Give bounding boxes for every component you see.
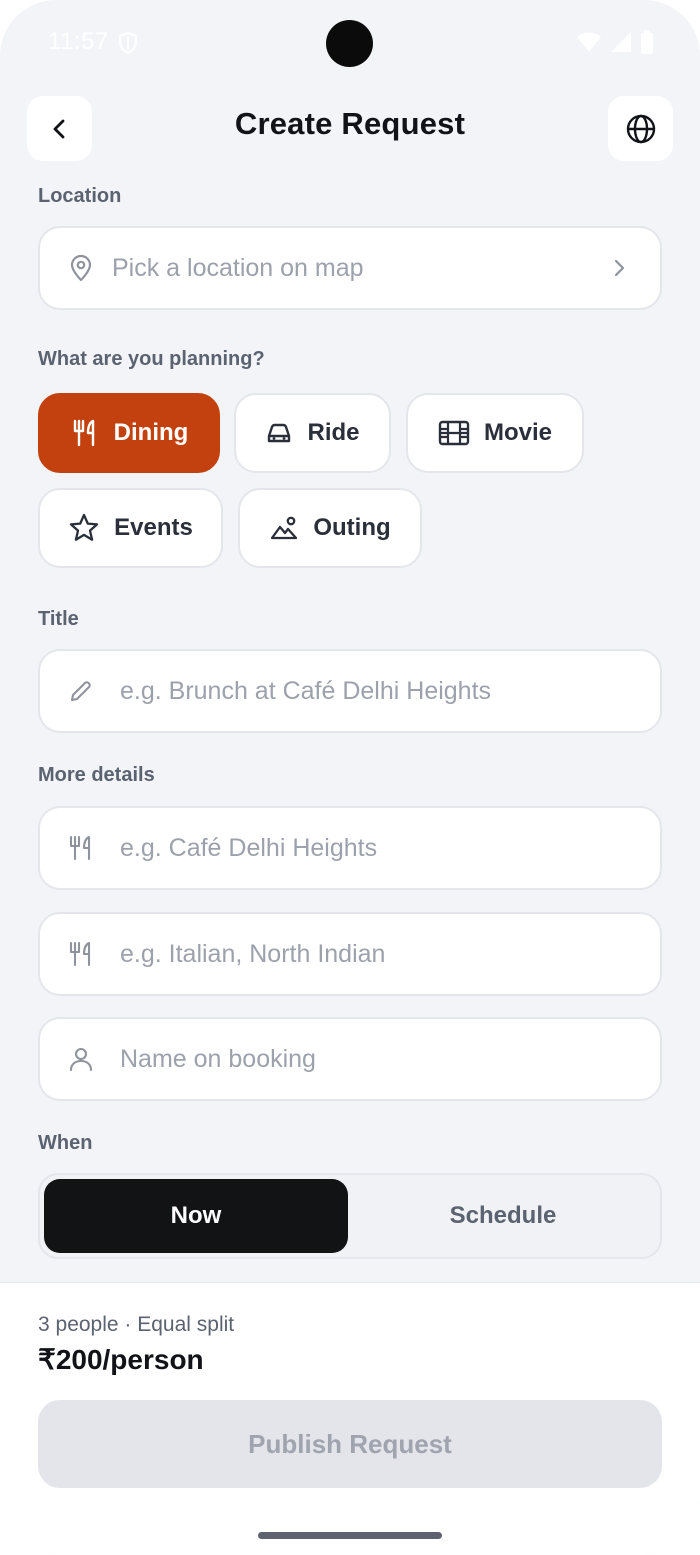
chip-movie[interactable]: Movie (406, 393, 584, 473)
footer: 3 people · Equal split ₹200/person Publi… (0, 1282, 700, 1555)
price-per-person: ₹200/person (38, 1344, 204, 1375)
user-icon (68, 1045, 94, 1073)
status-bar: 11:57 (0, 0, 700, 86)
chip-dining[interactable]: Dining (38, 393, 220, 473)
booking-name-input[interactable]: Name on booking (38, 1017, 662, 1101)
chip-label: Dining (113, 419, 189, 446)
venue-input[interactable]: e.g. Café Delhi Heights (38, 806, 662, 890)
location-picker[interactable]: Pick a location on map (38, 226, 662, 310)
map-pin-icon (68, 254, 94, 282)
segment-now[interactable]: Now (44, 1179, 348, 1253)
page-title: Create Request (234, 106, 466, 141)
screen: 11:57 Create Request Location Pick a loc… (0, 0, 700, 1555)
wifi-icon (577, 32, 601, 52)
home-indicator (258, 1532, 442, 1539)
chip-label: Ride (307, 419, 360, 446)
star-icon (68, 512, 100, 544)
utensils-icon (70, 418, 100, 448)
shield-icon (118, 31, 138, 55)
title-input[interactable]: e.g. Brunch at Café Delhi Heights (38, 649, 662, 733)
venue-placeholder: e.g. Café Delhi Heights (120, 833, 378, 862)
location-label: Location (38, 185, 122, 207)
utensils-icon (68, 940, 94, 968)
segment-schedule[interactable]: Schedule (350, 1179, 656, 1253)
cuisine-placeholder: e.g. Italian, North Indian (120, 939, 386, 968)
status-icons (576, 30, 654, 54)
camera-cutout (326, 20, 373, 67)
header: Create Request (27, 96, 673, 161)
film-icon (438, 419, 470, 447)
cuisine-input[interactable]: e.g. Italian, North Indian (38, 912, 662, 996)
chip-ride[interactable]: Ride (234, 393, 391, 473)
chip-outing[interactable]: Outing (238, 488, 422, 568)
language-button[interactable] (608, 96, 673, 161)
globe-icon (626, 114, 655, 143)
car-icon (265, 420, 293, 446)
when-label: When (38, 1132, 93, 1154)
details-label: More details (38, 764, 155, 786)
booking-placeholder: Name on booking (120, 1044, 316, 1073)
pencil-icon (68, 678, 94, 704)
when-segmented-control: Now Schedule (38, 1173, 662, 1259)
chevron-right-icon (610, 257, 628, 279)
chip-events[interactable]: Events (38, 488, 223, 568)
title-label: Title (38, 608, 79, 630)
split-info: 3 people · Equal split (38, 1313, 235, 1336)
chip-label: Events (114, 514, 193, 541)
utensils-icon (68, 834, 94, 862)
title-placeholder: e.g. Brunch at Café Delhi Heights (120, 676, 492, 705)
signal-icon (611, 32, 631, 52)
chip-label: Outing (313, 514, 391, 541)
chip-label: Movie (483, 419, 552, 446)
battery-icon (641, 30, 653, 54)
status-time: 11:57 (48, 28, 109, 55)
planning-label: What are you planning? (38, 348, 265, 370)
publish-request-button[interactable]: Publish Request (38, 1400, 662, 1488)
landscape-icon (269, 514, 299, 542)
location-placeholder: Pick a location on map (112, 253, 364, 282)
